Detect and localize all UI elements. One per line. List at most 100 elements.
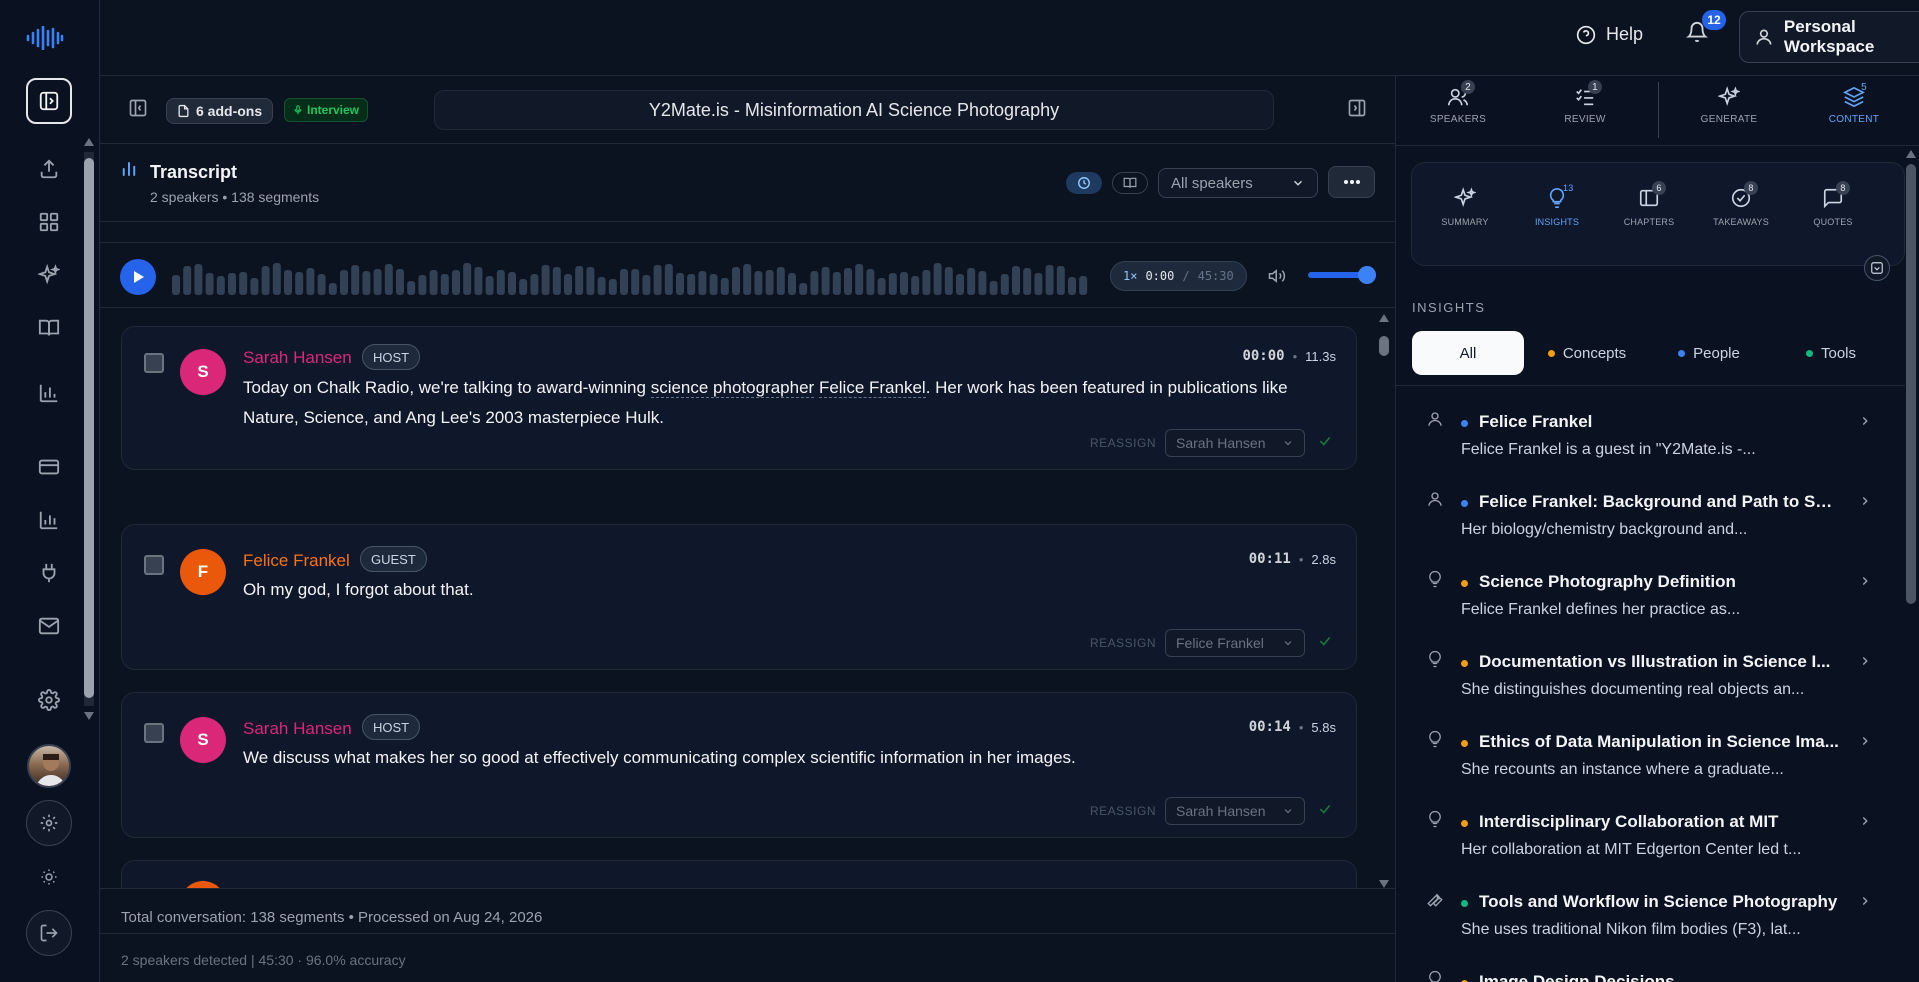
upload-icon[interactable] <box>26 146 72 192</box>
more-options-button[interactable] <box>1328 166 1375 198</box>
play-button[interactable] <box>120 259 156 295</box>
help-button[interactable]: Help <box>1576 24 1643 45</box>
segment-card[interactable]: F Felice Frankel GUEST 00:11 • 2.8s Oh m… <box>121 524 1357 670</box>
speaker-filter-select[interactable]: All speakers <box>1158 168 1318 198</box>
scroll-thumb[interactable] <box>1906 164 1916 604</box>
tab-content[interactable]: 5 CONTENT <box>1804 82 1904 126</box>
book-icon[interactable] <box>26 305 72 351</box>
insight-item[interactable]: Tools and Workflow in Science Photograph… <box>1396 870 1905 950</box>
confirm-check-icon[interactable] <box>1318 434 1332 448</box>
segment-duration: 11.3s <box>1305 348 1336 364</box>
segment-card[interactable]: S Sarah Hansen HOST 00:14 • 5.8s We disc… <box>121 692 1357 838</box>
segment-checkbox[interactable] <box>144 353 164 373</box>
insight-item[interactable]: Felice Frankel Felice Frankel is a guest… <box>1396 390 1905 470</box>
scroll-thumb[interactable] <box>1379 336 1389 356</box>
volume-slider-handle[interactable] <box>1358 266 1376 284</box>
segment-card[interactable]: S Sarah Hansen HOST 00:00 • 11.3s Today … <box>121 326 1357 470</box>
waveform-bar <box>340 270 348 295</box>
segment-timestamp[interactable]: 00:11 • 2.8s <box>1249 551 1336 567</box>
collapse-subtabs-button[interactable] <box>1864 255 1890 281</box>
playback-time[interactable]: 1× 0:00 / 45:30 <box>1110 261 1247 291</box>
settings-icon[interactable] <box>26 677 72 723</box>
scroll-down-icon[interactable] <box>1379 880 1389 888</box>
sparkles-icon <box>1718 86 1740 108</box>
insight-item[interactable]: Interdisciplinary Collaboration at MIT H… <box>1396 790 1905 870</box>
sparkles-icon[interactable] <box>26 252 72 298</box>
scroll-up-icon[interactable] <box>84 138 94 146</box>
confirm-check-icon[interactable] <box>1318 634 1332 648</box>
insight-item[interactable]: Image Design Decisions <box>1396 950 1905 982</box>
insight-item[interactable]: Felice Frankel: Background and Path to S… <box>1396 470 1905 550</box>
segment-checkbox[interactable] <box>144 555 164 575</box>
tab-review[interactable]: 1 REVIEW <box>1535 80 1635 125</box>
subtab-quotes[interactable]: 8 QUOTES <box>1793 181 1873 227</box>
insight-item[interactable]: Ethics of Data Manipulation in Science I… <box>1396 710 1905 790</box>
segment-timestamp[interactable]: 00:00 • 11.3s <box>1242 348 1336 364</box>
addons-button[interactable]: 6 add-ons <box>166 98 274 124</box>
collapse-right-icon[interactable] <box>1347 98 1367 118</box>
account-settings-button[interactable] <box>26 800 72 846</box>
analytics-icon[interactable] <box>26 497 72 543</box>
playback-speed[interactable]: 1× <box>1123 269 1137 283</box>
collapse-left-icon[interactable] <box>128 98 148 118</box>
waveform-bar <box>911 276 920 295</box>
waveform-bar <box>228 273 236 295</box>
avatar[interactable] <box>27 744 71 788</box>
logout-button[interactable] <box>26 910 72 956</box>
highlighted-term[interactable]: Felice Frankel <box>818 378 926 398</box>
scroll-up-icon[interactable] <box>1906 150 1916 158</box>
insight-item[interactable]: Science Photography Definition Felice Fr… <box>1396 550 1905 630</box>
waveform-bar <box>720 278 729 295</box>
scroll-thumb[interactable] <box>84 158 94 698</box>
segment-text[interactable]: Today on Chalk Radio, we're talking to a… <box>243 373 1313 433</box>
segment-text[interactable]: We discuss what makes her so good at eff… <box>243 743 1313 773</box>
filter-all[interactable]: All <box>1412 331 1524 375</box>
speaker-name[interactable]: Sarah Hansen <box>243 348 352 368</box>
filter-people[interactable]: People <box>1650 331 1768 375</box>
waveform-bar <box>183 266 192 295</box>
subtab-insights[interactable]: 13 INSIGHTS <box>1517 183 1597 227</box>
tab-generate[interactable]: GENERATE <box>1679 86 1779 125</box>
reading-mode-toggle[interactable] <box>1112 172 1148 194</box>
grid-icon[interactable] <box>26 199 72 245</box>
segment-time[interactable]: 00:00 <box>1242 348 1284 364</box>
segment-timestamp[interactable]: 00:14 • 5.8s <box>1249 719 1336 735</box>
volume-icon[interactable] <box>1268 267 1286 285</box>
logo-waveform-icon[interactable] <box>26 26 64 50</box>
confirm-check-icon[interactable] <box>1318 802 1332 816</box>
reassign-select[interactable]: Sarah Hansen <box>1165 797 1305 825</box>
timestamps-toggle[interactable] <box>1066 172 1102 194</box>
tab-speakers[interactable]: 2 SPEAKERS <box>1408 80 1508 125</box>
subtab-summary[interactable]: SUMMARY <box>1425 187 1505 227</box>
segments-scrollbar[interactable] <box>1377 314 1391 888</box>
reassign-select[interactable]: Sarah Hansen <box>1165 429 1305 457</box>
speaker-name[interactable]: Sarah Hansen <box>243 719 352 739</box>
insight-item[interactable]: Documentation vs Illustration in Science… <box>1396 630 1905 710</box>
filter-concepts[interactable]: Concepts <box>1528 331 1646 375</box>
subtab-takeaways[interactable]: 8 TAKEAWAYS <box>1701 181 1781 227</box>
sidebar-toggle-button[interactable] <box>26 78 72 124</box>
sun-icon[interactable] <box>26 854 72 900</box>
segment-checkbox[interactable] <box>144 723 164 743</box>
reassign-select[interactable]: Felice Frankel <box>1165 629 1305 657</box>
notifications-button[interactable]: 12 <box>1686 10 1726 44</box>
bar-chart-icon[interactable] <box>26 370 72 416</box>
scroll-up-icon[interactable] <box>1379 314 1389 322</box>
segment-card[interactable] <box>121 860 1357 888</box>
workspace-selector[interactable]: Personal Workspace <box>1739 11 1919 63</box>
rail-scrollbar[interactable] <box>81 138 97 720</box>
credit-card-icon[interactable] <box>26 444 72 490</box>
filter-tools[interactable]: Tools <box>1772 331 1890 375</box>
mail-icon[interactable] <box>26 603 72 649</box>
waveform[interactable] <box>172 255 1094 299</box>
document-title[interactable]: Y2Mate.is - Misinformation AI Science Ph… <box>434 90 1274 130</box>
panel-scrollbar[interactable] <box>1904 150 1918 982</box>
segment-time[interactable]: 00:11 <box>1249 551 1291 567</box>
plug-icon[interactable] <box>26 550 72 596</box>
segment-text[interactable]: Oh my god, I forgot about that. <box>243 575 1313 605</box>
speaker-name[interactable]: Felice Frankel <box>243 551 350 571</box>
segment-time[interactable]: 00:14 <box>1249 719 1291 735</box>
subtab-chapters[interactable]: 6 CHAPTERS <box>1609 181 1689 227</box>
highlighted-term[interactable]: science photographer <box>650 378 815 398</box>
scroll-down-icon[interactable] <box>84 712 94 720</box>
